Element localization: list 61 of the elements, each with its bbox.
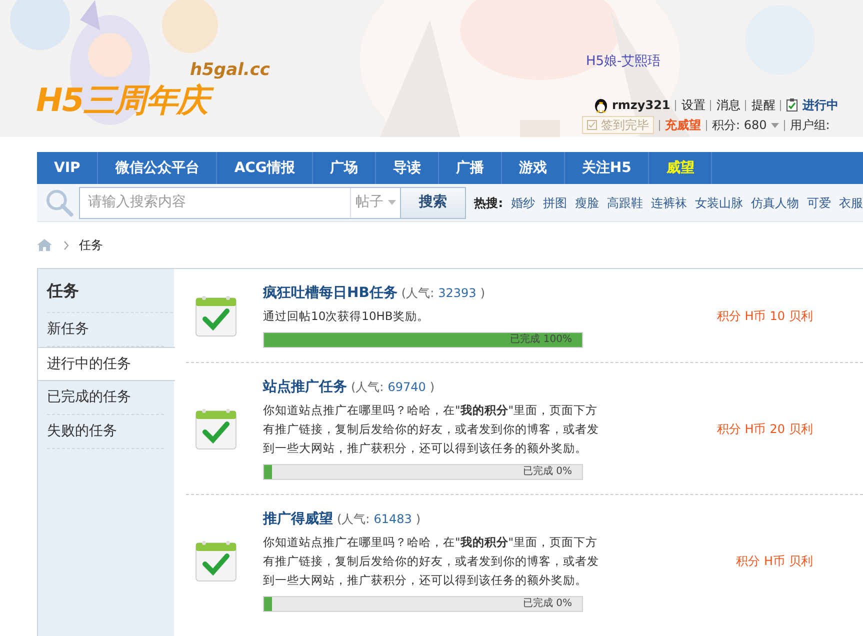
clipboard-icon <box>786 98 798 112</box>
user-link[interactable]: 消息 <box>716 96 740 114</box>
caret-icon <box>388 200 396 205</box>
task-description: 通过回帖10次获得10HB奖励。 <box>263 308 430 325</box>
hot-search-label: 热搜: <box>474 194 503 212</box>
popularity-count: 61483 <box>374 511 412 528</box>
points-link[interactable]: 积分: 680 <box>712 116 767 134</box>
logo-domain: h5gal.cc <box>190 59 270 82</box>
popularity-label: (人气: <box>337 511 370 528</box>
hot-search-link[interactable]: 可爱 <box>807 194 831 212</box>
mascot-caption: H5娘-艾熙珸 <box>586 53 661 71</box>
task-description: 你知道站点推广在哪里吗？哈哈，在"我的积分"里面，页面下方有推广链接，复制后发给你的好友，或者发到你的博客，或者发到一些大网站，推广获积分，还可以得到该任务的额外奖励。 <box>263 534 600 589</box>
search-icon <box>45 188 74 218</box>
hot-search-link[interactable]: 衣服 <box>839 194 863 212</box>
hot-search-link[interactable]: 瘦脸 <box>575 194 599 212</box>
group-label: 用户组: <box>790 117 830 134</box>
progress-text: 已完成 0% <box>522 465 572 479</box>
progress-text: 已完成 0% <box>522 597 572 611</box>
sidebar-item[interactable]: 进行中的任务 <box>38 347 175 381</box>
hot-search-link[interactable]: 连裤袜 <box>651 194 687 212</box>
home-icon[interactable] <box>37 239 52 251</box>
hot-search-link[interactable]: 女装山脉 <box>695 194 743 212</box>
sidebar-item[interactable]: 失败的任务 <box>47 415 164 449</box>
caret-icon <box>770 122 779 128</box>
breadcrumb-link[interactable]: 任务 <box>79 236 103 254</box>
task-title[interactable]: 站点推广任务 <box>263 377 347 398</box>
chevron-icon <box>64 240 69 250</box>
reward-amount: 20 <box>770 420 785 438</box>
popularity-close: ) <box>480 285 485 302</box>
hot-search-link[interactable]: 仿真人物 <box>751 194 799 212</box>
user-link[interactable]: 提醒 <box>751 96 776 114</box>
popularity-close: ) <box>416 511 421 528</box>
popularity-close: ) <box>430 379 435 396</box>
search-field[interactable]: 请输入搜索内容 <box>80 188 350 218</box>
sidebar-item[interactable]: 已完成的任务 <box>47 381 164 415</box>
task-description: 你知道站点推广在哪里吗？哈哈，在"我的积分"里面，页面下方有推广链接，复制后发给你的好友，或者发到你的博客，或者发到一些大网站，推广获积分，还可以得到该任务的额外奖励。 <box>263 402 600 457</box>
checkbox-icon <box>587 120 597 130</box>
task-title[interactable]: 疯狂吐槽每日HB任务 <box>263 283 398 304</box>
reward-label: 积分 H币 <box>736 552 785 570</box>
hot-search-link[interactable]: 婚纱 <box>511 194 535 212</box>
reward-label: 积分 H币 <box>716 420 766 438</box>
popularity-count: 32393 <box>438 285 476 302</box>
reward-unit: 贝利 <box>789 308 813 324</box>
sidebar-title: 任务 <box>47 269 173 313</box>
user-link[interactable]: 设置 <box>681 96 706 114</box>
search-box[interactable]: 请输入搜索内容 帖子 搜索 <box>79 186 466 218</box>
hot-search-link[interactable]: 高跟鞋 <box>607 194 643 212</box>
task-title[interactable]: 推广得威望 <box>263 509 333 530</box>
username-link[interactable]: rmzy321 <box>612 96 670 114</box>
popularity-label: (人气: <box>401 285 434 302</box>
reward-amount: 10 <box>770 308 785 324</box>
reward-label: 积分 H币 <box>716 308 766 324</box>
popularity-label: (人气: <box>351 379 384 396</box>
reward-unit: 贝利 <box>789 552 813 570</box>
penguin-icon <box>594 97 608 113</box>
reward-unit: 贝利 <box>789 420 813 438</box>
progress-text: 已完成 100% <box>510 333 572 347</box>
hot-search-link[interactable]: 拼图 <box>543 194 567 212</box>
tasks-link[interactable]: 进行中 <box>802 96 838 114</box>
search-button[interactable]: 搜索 <box>400 188 466 218</box>
popularity-count: 69740 <box>388 379 426 396</box>
